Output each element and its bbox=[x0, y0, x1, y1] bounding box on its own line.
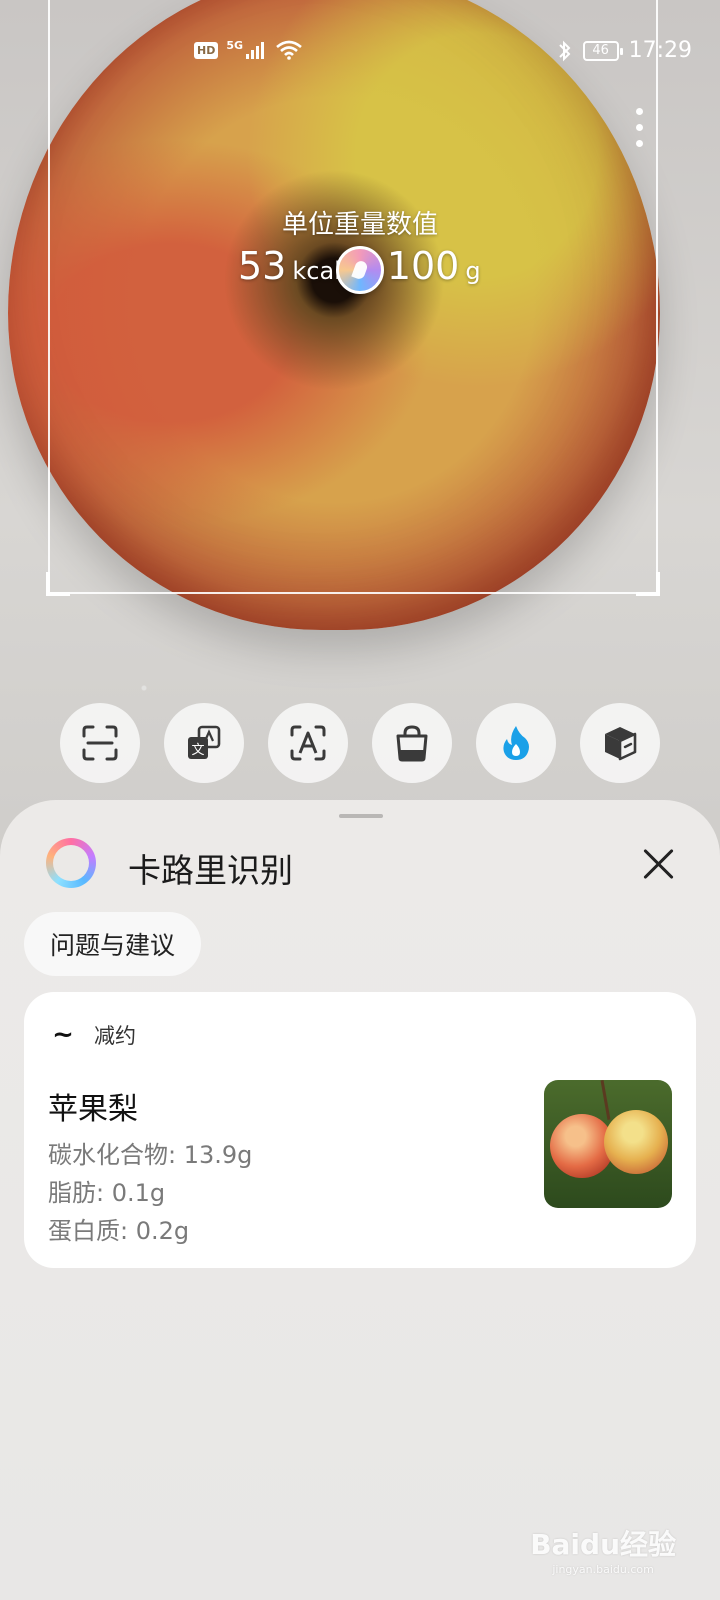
nutrient-list: 碳水化合物: 13.9g 脂肪: 0.1g 蛋白质: 0.2g bbox=[48, 1136, 252, 1250]
food-thumbnail-image bbox=[544, 1080, 672, 1208]
close-button[interactable] bbox=[638, 844, 678, 884]
protein-value: 蛋白质: 0.2g bbox=[48, 1217, 190, 1245]
baidu-watermark: Baidu经验 jingyan.baidu.com bbox=[530, 1523, 676, 1576]
bluetooth-icon bbox=[558, 40, 571, 61]
calorie-result-sheet: 卡路里识别 问题与建议 ~ 减约 苹果梨 碳水化合物: 13.9g 脂肪: 0.… bbox=[0, 800, 720, 1600]
provider-logo-icon: ~ bbox=[52, 1020, 74, 1050]
shopping-mode-button[interactable] bbox=[372, 703, 452, 783]
unit-weight-title: 单位重量数值 bbox=[281, 210, 438, 240]
text-mode-button[interactable] bbox=[268, 703, 348, 783]
translate-mode-button[interactable]: 文 bbox=[164, 703, 244, 783]
shopping-bag-icon bbox=[396, 725, 428, 762]
svg-text:文: 文 bbox=[191, 743, 204, 758]
food-name: 苹果梨 bbox=[48, 1092, 138, 1127]
package-box-icon bbox=[605, 727, 637, 761]
battery-indicator: 46 bbox=[582, 40, 623, 61]
kcal-value: 53 bbox=[238, 244, 287, 288]
kcal-unit: kcal bbox=[292, 257, 341, 285]
scan-corner-bottom-right bbox=[636, 572, 660, 596]
food-result-card[interactable]: ~ 减约 苹果梨 碳水化合物: 13.9g 脂肪: 0.1g 蛋白质: 0.2g bbox=[24, 992, 696, 1268]
assistant-orb-icon[interactable] bbox=[336, 246, 384, 294]
scan-frame-right bbox=[656, 0, 658, 594]
hd-badge: HD bbox=[194, 41, 219, 59]
scan-frame-left bbox=[48, 0, 50, 594]
feedback-button[interactable]: 问题与建议 bbox=[24, 912, 202, 976]
signal-icon bbox=[246, 42, 265, 59]
calorie-flame-icon bbox=[503, 726, 529, 760]
fat-value: 脂肪: 0.1g bbox=[48, 1179, 166, 1207]
watermark-logo: Baidu经验 bbox=[530, 1528, 676, 1561]
provider-row: ~ 减约 bbox=[50, 1020, 136, 1050]
scan-corner-bottom-left bbox=[46, 572, 70, 596]
scan-frame-bottom bbox=[48, 592, 658, 594]
calorie-mode-button[interactable] bbox=[476, 703, 556, 783]
clock-time: 17:29 bbox=[628, 38, 692, 63]
more-options-icon[interactable] bbox=[634, 108, 644, 152]
weight-unit: g bbox=[465, 257, 481, 285]
network-type: 5G bbox=[226, 38, 244, 52]
apple-photo bbox=[8, 0, 660, 630]
carbs-value: 碳水化合物: 13.9g bbox=[48, 1141, 253, 1169]
text-recognize-icon bbox=[290, 725, 326, 761]
sheet-drag-handle[interactable] bbox=[339, 814, 383, 818]
sheet-title: 卡路里识别 bbox=[128, 851, 293, 890]
scan-mode-button[interactable] bbox=[60, 703, 140, 783]
assistant-logo-icon bbox=[46, 838, 96, 888]
package-mode-button[interactable] bbox=[580, 703, 660, 783]
scan-icon bbox=[82, 725, 118, 761]
translate-icon: 文 bbox=[188, 725, 221, 759]
status-bar: HD 5G 46 17:29 bbox=[0, 36, 720, 72]
weight-value: 100 bbox=[386, 244, 460, 288]
watermark-url: jingyan.baidu.com bbox=[552, 1563, 654, 1576]
wifi-icon bbox=[276, 40, 302, 60]
provider-name: 减约 bbox=[94, 1024, 136, 1048]
recognition-mode-bar: 文 bbox=[60, 703, 660, 783]
